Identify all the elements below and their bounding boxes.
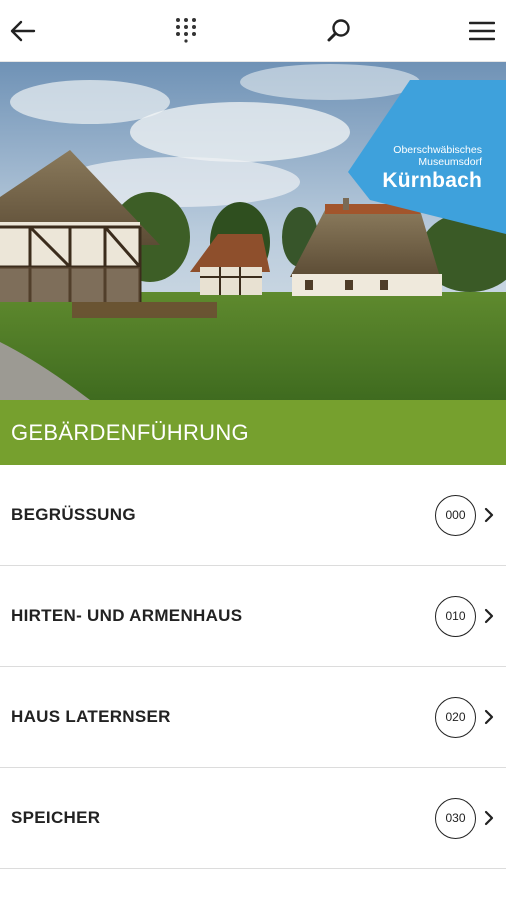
- back-arrow-icon: [10, 20, 36, 42]
- hamburger-menu-icon: [469, 21, 495, 41]
- list-item[interactable]: BEGRÜSSUNG 000: [0, 465, 506, 566]
- list-item[interactable]: SPEICHER 030: [0, 768, 506, 869]
- list-item[interactable]: HIRTEN- UND ARMENHAUS 010: [0, 566, 506, 667]
- hero-image: Oberschwäbisches Museumsdorf Kürnbach: [0, 62, 506, 400]
- item-label: BEGRÜSSUNG: [11, 505, 136, 524]
- item-label: HAUS LATERNSER: [11, 707, 171, 726]
- chevron-right-icon: [484, 608, 494, 624]
- logo-line1: Oberschwäbisches: [393, 144, 482, 156]
- chevron-right-icon: [484, 507, 494, 523]
- museum-logo: Oberschwäbisches Museumsdorf Kürnbach: [382, 144, 482, 194]
- stop-number-badge: 030: [435, 797, 476, 839]
- logo-name: Kürnbach: [382, 169, 482, 192]
- keypad-grid-icon: [176, 18, 196, 43]
- section-header: GEBÄRDENFÜHRUNG: [0, 400, 506, 465]
- search-button[interactable]: [320, 12, 358, 50]
- section-title: GEBÄRDENFÜHRUNG: [11, 419, 249, 445]
- chevron-right-icon: [484, 810, 494, 826]
- stop-number-badge: 000: [435, 494, 476, 536]
- keypad-button[interactable]: [167, 12, 205, 50]
- chevron-right-icon: [484, 709, 494, 725]
- back-button[interactable]: [4, 12, 42, 50]
- item-label: HIRTEN- UND ARMENHAUS: [11, 606, 243, 625]
- museum-village-photo: [0, 62, 506, 400]
- top-navigation-bar: [0, 0, 506, 62]
- tour-stop-list: BEGRÜSSUNG 000 HIRTEN- UND ARMENHAUS 010…: [0, 465, 506, 869]
- stop-number-badge: 010: [435, 595, 476, 637]
- search-icon: [327, 19, 350, 42]
- list-item[interactable]: HAUS LATERNSER 020: [0, 667, 506, 768]
- logo-line2: Museumsdorf: [418, 156, 482, 168]
- item-label: SPEICHER: [11, 808, 101, 827]
- menu-button[interactable]: [463, 12, 501, 50]
- stop-number-badge: 020: [435, 696, 476, 738]
